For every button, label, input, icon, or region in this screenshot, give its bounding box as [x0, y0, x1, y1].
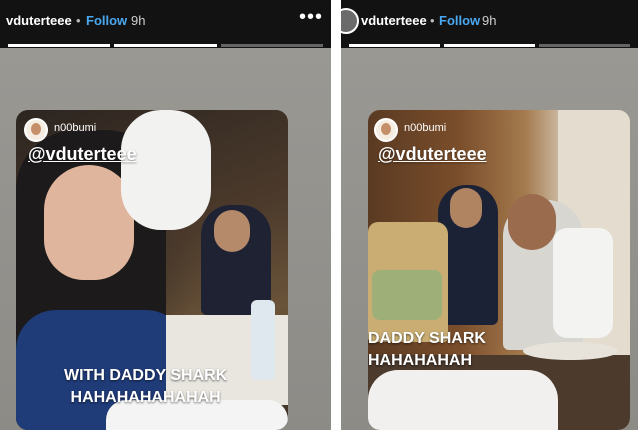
scene-face-background: [450, 188, 482, 228]
progress-segment: [220, 44, 323, 47]
progress-segment: [444, 44, 535, 47]
shared-story-card[interactable]: n00bumi @vduterteee DADDY SHARK HAHAHAHA…: [368, 110, 630, 430]
progress-segment: [349, 44, 440, 47]
username[interactable]: vduterteee: [6, 13, 72, 28]
caption-line-1: WITH DADDY SHARK: [64, 367, 228, 384]
scene-plastic-bag: [553, 228, 613, 338]
mention-sticker[interactable]: @vduterteee: [378, 144, 487, 165]
scene-bag-logo: [372, 270, 442, 320]
scene-face-background: [214, 210, 250, 252]
story-header: vduterteee • Follow 9h •••: [0, 0, 331, 48]
progress-segment: [8, 44, 111, 47]
separator-dot: •: [430, 13, 435, 28]
caption-line-2: HAHAHAHAHAHAH: [70, 389, 221, 406]
story-panel-left[interactable]: vduterteee • Follow 9h ••• n00bumi @vdut…: [0, 0, 331, 430]
poster-username[interactable]: n00bumi: [404, 122, 446, 134]
shared-story-card[interactable]: n00bumi @vduterteee WITH DADDY SHARK HAH…: [16, 110, 288, 430]
poster-username[interactable]: n00bumi: [54, 122, 96, 134]
caption-line-2: HAHAHAHAH: [368, 352, 472, 369]
scene-sheet: [368, 370, 558, 430]
story-caption: WITH DADDY SHARK HAHAHAHAHAHAH: [64, 365, 227, 409]
story-panel-right[interactable]: vduterteee • Follow 9h n00bumi @vduterte…: [341, 0, 638, 430]
scene-plate: [523, 342, 618, 360]
caption-line-1: DADDY SHARK: [368, 330, 486, 347]
scene-face: [508, 194, 556, 250]
more-horizontal-icon[interactable]: •••: [299, 6, 323, 29]
progress-segment: [114, 44, 217, 47]
follow-button[interactable]: Follow: [439, 13, 480, 28]
story-progress-bar: [8, 44, 323, 47]
separator-dot: •: [76, 13, 81, 28]
progress-segment: [539, 44, 630, 47]
mention-sticker[interactable]: @vduterteee: [28, 144, 137, 165]
scene-bottle: [251, 300, 275, 380]
follow-button[interactable]: Follow: [86, 13, 127, 28]
story-caption: DADDY SHARK HAHAHAHAH: [368, 328, 486, 372]
poster-avatar[interactable]: [24, 118, 48, 142]
story-progress-bar: [349, 44, 630, 47]
post-time: 9h: [482, 13, 497, 28]
story-header: vduterteee • Follow 9h: [341, 0, 638, 48]
poster-avatar[interactable]: [374, 118, 398, 142]
post-time: 9h: [131, 13, 146, 28]
scene-pillow: [121, 110, 211, 230]
profile-avatar[interactable]: [341, 8, 359, 34]
username[interactable]: vduterteee: [361, 13, 427, 28]
